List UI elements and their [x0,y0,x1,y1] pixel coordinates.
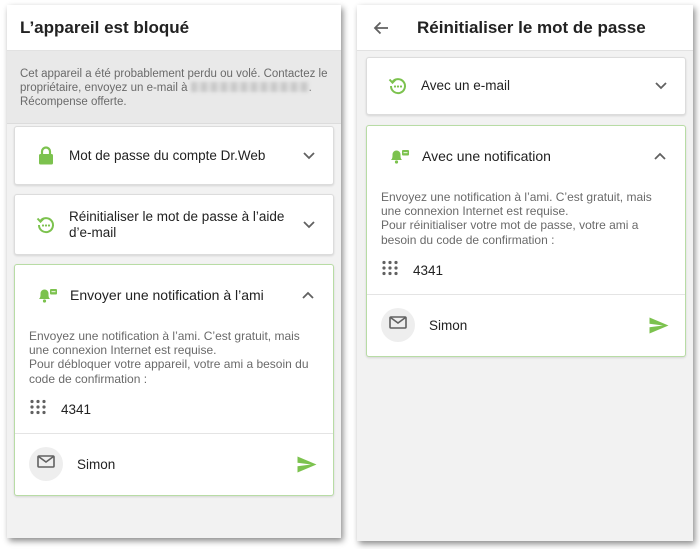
chevron-down-icon [301,220,317,229]
description-line: Pour réinitialiser votre mot de passe, v… [381,218,639,233]
page-title: L’appareil est bloqué [20,17,190,37]
keypad-icon [381,260,399,281]
description-line: Envoyez une notification à l’ami. C’est … [381,190,652,204]
contact-name: Simon [429,317,468,333]
option-label: Avec un e-mail [421,78,511,93]
description-line: code de confirmation : [29,371,148,386]
option-reset-email[interactable]: Avec un e-mail [366,57,686,115]
chevron-up-icon [652,152,668,160]
notification-description: Envoyez une notification à l’ami. C’est … [29,329,319,386]
option-account-password[interactable]: Mot de passe du compte Dr.Web [14,126,334,185]
mail-icon [389,316,407,334]
notification-option-header[interactable]: Envoyer une notification à l’ami [15,265,333,325]
chevron-down-icon [301,151,317,160]
divider [367,294,685,295]
blurred-email [190,82,309,92]
description-line: Envoyez une notification à l’ami. C’est … [29,329,300,343]
avatar [381,308,415,342]
avatar [29,447,63,481]
send-icon[interactable] [295,452,319,476]
chevron-down-icon [653,82,669,90]
description-line: Pour débloquer votre appareil, votre ami… [29,357,309,372]
notification-option-header[interactable]: Avec une notification [367,126,685,186]
confirmation-code: 4341 [61,402,92,417]
contact-name: Simon [77,456,116,472]
chevron-up-icon [300,291,316,299]
notification-option-expanded: Avec une notification Envoyez une notifi… [366,125,686,357]
contact-row: Simon [29,447,319,481]
app-bar: L’appareil est bloqué [7,5,341,51]
notification-option-label: Avec une notification [422,148,551,164]
option-reset-email[interactable]: Réinitialiser le mot de passe à l’aide d… [14,194,334,255]
description-line: une connexion Internet est requise. [29,343,217,358]
option-label: Mot de passe du compte Dr.Web [69,147,266,163]
confirmation-code: 4341 [413,263,444,278]
confirmation-code-row: 4341 [381,260,443,281]
mail-icon [37,455,55,473]
lock-icon [35,146,57,165]
app-bar: Réinitialiser le mot de passe [357,5,693,51]
reset-icon [35,215,57,235]
notification-bell-icon [34,286,60,304]
back-arrow-icon[interactable] [361,5,401,51]
locked-device-screen: L’appareil est bloqué Cet appareil a été… [7,5,341,538]
notification-description: Envoyez une notification à l’ami. C’est … [381,190,671,247]
notification-bell-icon [386,147,412,165]
notification-option-label: Envoyer une notification à l’ami [70,287,264,303]
lost-device-banner: Cet appareil a été probablement perdu ou… [7,51,341,124]
keypad-icon [29,399,47,420]
notification-option-expanded: Envoyer une notification à l’ami Envoyez… [14,264,334,496]
reset-icon [387,76,409,96]
divider [15,433,333,434]
page-title: Réinitialiser le mot de passe [417,17,646,37]
confirmation-code-row: 4341 [29,399,91,420]
reset-password-screen: Réinitialiser le mot de passe Avec un e-… [357,5,693,541]
option-label: Réinitialiser le mot de passe à l’aide d… [69,208,285,240]
description-line: une connexion Internet est requise. [381,204,569,219]
contact-row: Simon [381,308,671,342]
description-line: besoin du code de confirmation : [381,232,555,247]
send-icon[interactable] [647,313,671,337]
